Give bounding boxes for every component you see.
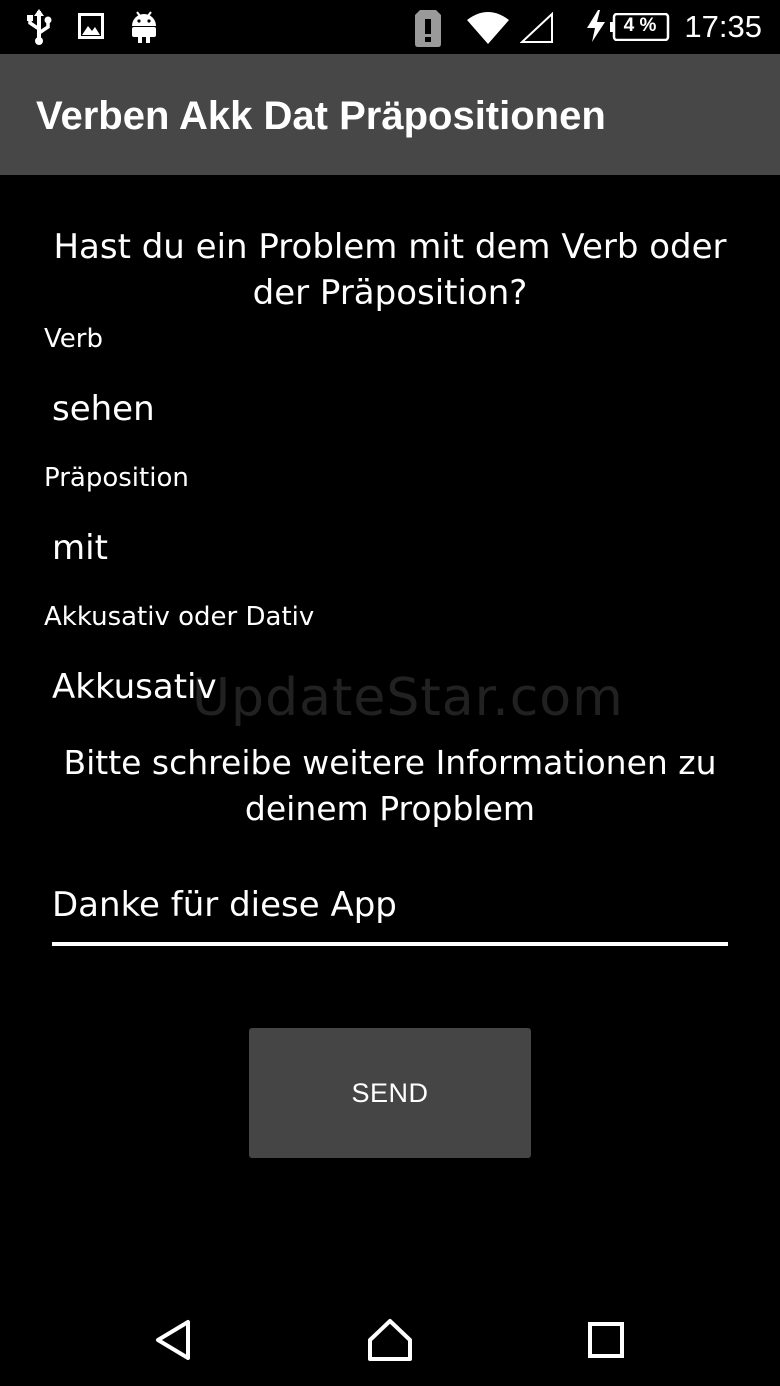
battery-icon: 4 % [610, 13, 670, 41]
status-bar: 4 % 17:35 [0, 0, 780, 54]
battery-percent: 4 % [623, 15, 657, 36]
image-icon [78, 12, 104, 44]
android-icon [130, 10, 158, 48]
usb-icon [26, 9, 52, 49]
watermark: UpdateStar.com [192, 668, 624, 728]
verb-label: Verb [44, 324, 103, 354]
comment-field-container [52, 870, 728, 948]
preposition-label: Präposition [44, 463, 189, 493]
navigation-bar [0, 1290, 780, 1386]
preposition-value: mit [52, 528, 108, 568]
comment-underline [52, 942, 728, 946]
home-icon[interactable] [362, 1312, 418, 1368]
question-text: Hast du ein Problem mit dem Verb oder de… [53, 227, 727, 313]
case-label: Akkusativ oder Dativ [44, 602, 315, 632]
send-button[interactable]: SEND [249, 1028, 531, 1158]
app-toolbar: Verben Akk Dat Präpositionen [0, 54, 780, 175]
clock: 17:35 [684, 9, 762, 44]
wifi-icon [466, 10, 510, 50]
cell-signal-icon [519, 11, 554, 48]
charging-icon [586, 10, 606, 46]
back-icon[interactable] [148, 1312, 204, 1368]
recents-icon[interactable] [579, 1312, 635, 1368]
page-title: Verben Akk Dat Präpositionen [36, 94, 606, 138]
alert-icon [414, 8, 442, 52]
info-prompt: Bitte schreibe weitere Informationen zu … [63, 743, 717, 828]
comment-input[interactable] [52, 870, 728, 940]
verb-value: sehen [52, 389, 155, 429]
